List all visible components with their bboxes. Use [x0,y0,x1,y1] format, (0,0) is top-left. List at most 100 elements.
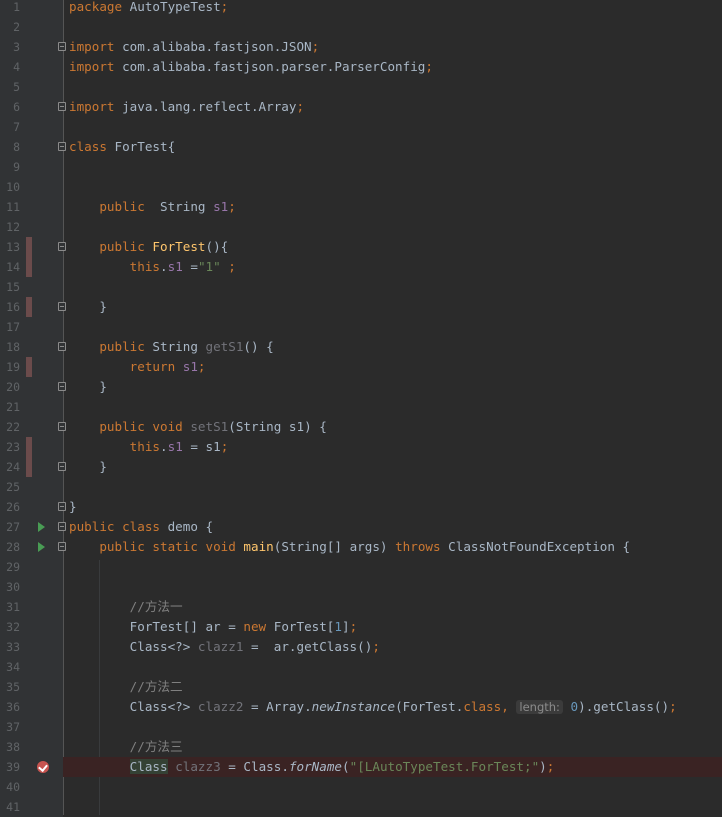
line-gutter[interactable]: 39 [0,757,63,777]
code-line[interactable]: 32 ForTest[] ar = new ForTest[1]; [0,617,722,637]
line-gutter[interactable]: 3 [0,37,63,57]
code-line[interactable]: 19 return s1; [0,357,722,377]
code-text[interactable]: } [69,377,107,397]
code-text[interactable]: Class<?> clazz2 = Array.newInstance(ForT… [69,697,677,717]
code-line[interactable]: 6 import java.lang.reflect.Array; [0,97,722,117]
code-line[interactable]: 28 public static void main(String[] args… [0,537,722,557]
code-line[interactable]: 25 [0,477,722,497]
change-marker[interactable] [26,257,32,277]
line-gutter[interactable]: 7 [0,117,63,137]
line-gutter[interactable]: 31 [0,597,63,617]
code-text[interactable]: package AutoTypeTest; [69,0,228,17]
code-line[interactable]: 7 [0,117,722,137]
code-line[interactable]: 14 this.s1 ="1" ; [0,257,722,277]
line-gutter[interactable]: 9 [0,157,63,177]
code-line[interactable]: 31 //方法一 [0,597,722,617]
code-line[interactable]: 34 [0,657,722,677]
fold-icon[interactable] [58,462,66,471]
line-gutter[interactable]: 23 [0,437,63,457]
code-text[interactable]: public String s1; [69,197,236,217]
line-gutter[interactable]: 16 [0,297,63,317]
line-gutter[interactable]: 14 [0,257,63,277]
line-gutter[interactable]: 35 [0,677,63,697]
line-gutter[interactable]: 21 [0,397,63,417]
code-line[interactable]: 2 [0,17,722,37]
line-gutter[interactable]: 5 [0,77,63,97]
code-text[interactable]: ForTest[] ar = new ForTest[1]; [69,617,358,637]
code-line[interactable]: 1 package AutoTypeTest; [0,0,722,17]
code-text[interactable]: class ForTest{ [69,137,175,157]
line-gutter[interactable]: 41 [0,797,63,817]
line-gutter[interactable]: 27 [0,517,63,537]
line-gutter[interactable]: 33 [0,637,63,657]
code-line[interactable]: 35 //方法二 [0,677,722,697]
code-text[interactable]: public static void main(String[] args) t… [69,537,630,557]
line-gutter[interactable]: 25 [0,477,63,497]
code-line[interactable]: 33 Class<?> clazz1 = ar.getClass(); [0,637,722,657]
line-gutter[interactable]: 29 [0,557,63,577]
breakpoint-icon[interactable] [37,761,49,773]
line-gutter[interactable]: 40 [0,777,63,797]
fold-icon[interactable] [58,102,66,111]
code-line[interactable]: 9 [0,157,722,177]
code-line[interactable]: 18 public String getS1() { [0,337,722,357]
line-gutter[interactable]: 36 [0,697,63,717]
code-text[interactable]: public ForTest(){ [69,237,228,257]
fold-icon[interactable] [58,142,66,151]
line-gutter[interactable]: 11 [0,197,63,217]
line-gutter[interactable]: 8 [0,137,63,157]
line-gutter[interactable]: 26 [0,497,63,517]
line-gutter[interactable]: 6 [0,97,63,117]
line-gutter[interactable]: 19 [0,357,63,377]
line-gutter[interactable]: 18 [0,337,63,357]
line-gutter[interactable]: 1 [0,0,63,17]
code-line[interactable]: 13 public ForTest(){ [0,237,722,257]
code-line[interactable]: 12 [0,217,722,237]
code-text[interactable]: Class clazz3 = Class.forName("[LAutoType… [69,757,554,777]
code-text[interactable]: import com.alibaba.fastjson.JSON; [69,37,319,57]
line-gutter[interactable]: 15 [0,277,63,297]
fold-icon[interactable] [58,502,66,511]
line-gutter[interactable]: 28 [0,537,63,557]
code-text[interactable]: public String getS1() { [69,337,273,357]
code-text[interactable]: import java.lang.reflect.Array; [69,97,304,117]
fold-icon[interactable] [58,42,66,51]
code-line[interactable]: 16 } [0,297,722,317]
line-gutter[interactable]: 4 [0,57,63,77]
code-text[interactable]: } [69,497,77,517]
code-text[interactable]: return s1; [69,357,206,377]
code-editor[interactable]: 1 package AutoTypeTest; 2 3 import com.aliba… [0,0,722,817]
code-line[interactable]: 37 [0,717,722,737]
code-line[interactable]: 27 public class demo { [0,517,722,537]
line-gutter[interactable]: 17 [0,317,63,337]
code-text[interactable]: public void setS1(String s1) { [69,417,327,437]
code-line[interactable]: 36 Class<?> clazz2 = Array.newInstance(F… [0,697,722,717]
code-line[interactable]: 30 [0,577,722,597]
change-marker[interactable] [26,457,32,477]
fold-icon[interactable] [58,342,66,351]
code-text[interactable]: this.s1 ="1" ; [69,257,236,277]
line-gutter[interactable]: 13 [0,237,63,257]
code-text[interactable]: //方法二 [69,677,183,697]
code-text[interactable]: //方法一 [69,597,183,617]
code-line[interactable]: 5 [0,77,722,97]
change-marker[interactable] [26,357,32,377]
code-line[interactable]: 39 Class clazz3 = Class.forName("[LAutoT… [0,757,722,777]
line-gutter[interactable]: 34 [0,657,63,677]
line-gutter[interactable]: 38 [0,737,63,757]
fold-icon[interactable] [58,522,66,531]
code-line[interactable]: 10 [0,177,722,197]
code-text[interactable]: Class<?> clazz1 = ar.getClass(); [69,637,380,657]
code-line[interactable]: 11 public String s1; [0,197,722,217]
code-line[interactable]: 23 this.s1 = s1; [0,437,722,457]
code-text[interactable]: } [69,457,107,477]
code-line[interactable]: 20 } [0,377,722,397]
change-marker[interactable] [26,437,32,457]
line-gutter[interactable]: 20 [0,377,63,397]
change-marker[interactable] [26,237,32,257]
code-line[interactable]: 3 import com.alibaba.fastjson.JSON; [0,37,722,57]
line-gutter[interactable]: 10 [0,177,63,197]
code-text[interactable]: public class demo { [69,517,213,537]
code-line[interactable]: 4 import com.alibaba.fastjson.parser.Pars… [0,57,722,77]
line-gutter[interactable]: 2 [0,17,63,37]
